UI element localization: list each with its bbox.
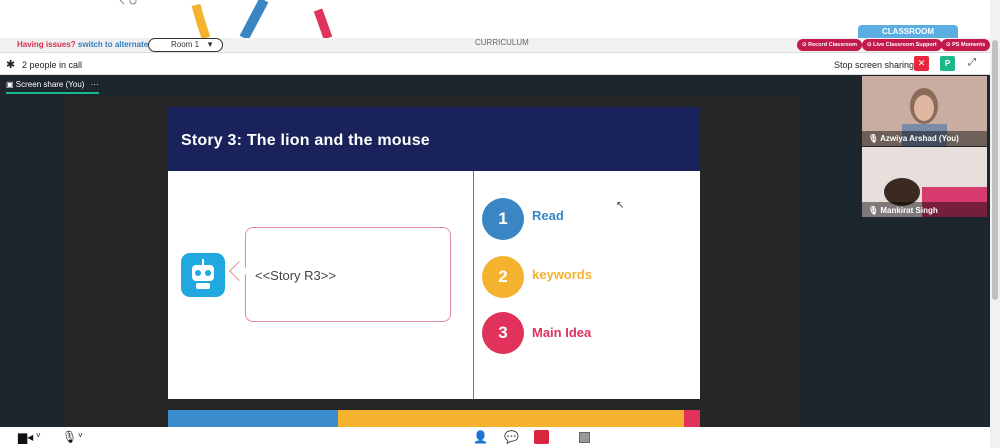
room-select[interactable]: Room 1 ▼	[148, 38, 223, 52]
screen-share-tab[interactable]: ▣ Screen share (You) ···	[6, 80, 99, 94]
curriculum-tab[interactable]: CURRICULUM	[475, 38, 529, 47]
step-2-label: keywords	[532, 267, 592, 282]
step-3-circle: 3	[482, 312, 524, 354]
top-header	[0, 0, 990, 38]
live-support-button[interactable]: ⊙ Live Classroom Support	[862, 39, 942, 51]
robot-icon	[181, 253, 225, 297]
microphone-icon: 🎙	[868, 206, 879, 215]
screen-share-icon[interactable]	[534, 430, 549, 444]
slide-title: Story 3: The lion and the mouse	[181, 132, 430, 149]
people-count: 2 people in call	[22, 60, 83, 70]
room-select-value: Room 1	[171, 40, 200, 49]
screen-share-label: Screen share (You)	[15, 80, 85, 89]
step-1-circle: 1	[482, 198, 524, 240]
participants-icon[interactable]: 👤	[473, 430, 488, 444]
participant-name: 🎙 Azwiya Arshad (You)	[868, 134, 959, 143]
classroom-tab[interactable]: CLASSROOM	[858, 25, 958, 38]
ps-moments-button[interactable]: ⊙ PS Moments	[941, 39, 991, 51]
participant-tile[interactable]: 🎙 Mankirat Singh	[862, 147, 987, 217]
page-scrollbar[interactable]	[990, 0, 1000, 448]
next-slide-strip	[168, 410, 700, 427]
camera-chevron-icon[interactable]: ˅	[36, 431, 41, 440]
slide-divider	[473, 171, 474, 399]
microphone-icon[interactable]: 🎙	[62, 430, 77, 444]
microphone-icon: 🎙	[868, 134, 879, 143]
step-1-label: Read	[532, 208, 564, 223]
chat-icon[interactable]: 💬	[504, 430, 519, 444]
mouse-cursor-icon: ↖	[616, 200, 625, 211]
issues-text: Having issues?	[17, 40, 76, 49]
more-icon[interactable]: ···	[91, 80, 99, 89]
camera-icon[interactable]: ▆◂	[18, 430, 33, 444]
bubble-text: <<Story R3>>	[255, 268, 336, 283]
step-2-circle: 2	[482, 256, 524, 298]
step-3-label: Main Idea	[532, 325, 592, 340]
participant-name: 🎙 Mankirat Singh	[868, 206, 938, 215]
expand-icon[interactable]: ⤢	[968, 57, 976, 68]
microphone-chevron-icon[interactable]: ˅	[78, 431, 83, 440]
gear-icon[interactable]: ✱	[6, 58, 15, 71]
p-badge[interactable]: P	[940, 56, 955, 71]
logo-decoration	[119, 0, 333, 38]
monitor-icon: ▣	[6, 80, 14, 89]
stop-screen-sharing-label: Stop screen sharing	[834, 60, 915, 70]
call-controls-bar	[0, 427, 990, 448]
participant-tile[interactable]: 🎙 Azwiya Arshad (You)	[862, 76, 987, 146]
dropdown-arrow-icon: ▼	[206, 40, 214, 49]
record-classroom-button[interactable]: ⊙ Record Classroom	[797, 39, 863, 51]
stop-sharing-button[interactable]: ✕	[914, 56, 929, 71]
whiteboard-icon[interactable]	[579, 432, 590, 443]
